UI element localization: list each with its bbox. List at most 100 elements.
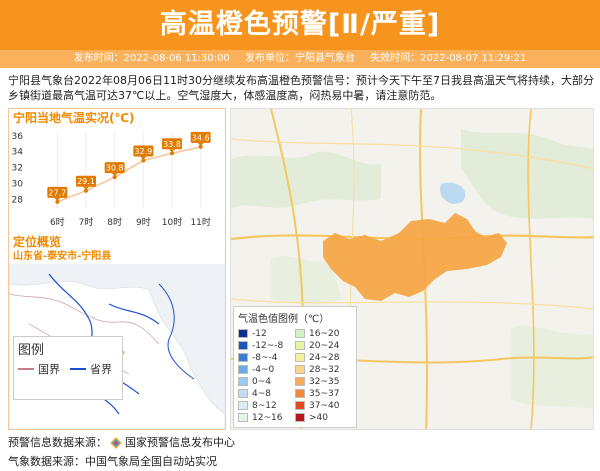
warning-source-label: 预警信息数据来源： (8, 436, 107, 449)
warning-source-row: 预警信息数据来源： 国家预警信息发布中心 (8, 433, 594, 452)
color-legend-item: 12~16 (238, 412, 295, 423)
y-tick-label: 34 (12, 148, 24, 158)
temperature-chart: 28 30 32 34 36 27.7 29.1 30.8 32.9 33.8 34.6 6时 7时 8时… (12, 131, 211, 228)
color-swatch (238, 365, 248, 374)
color-legend-item: 32~35 (295, 376, 352, 387)
temperature-value-label: 32.9 (134, 147, 152, 156)
temperature-label-pointer (169, 149, 175, 153)
temperature-color-legend: 气温色值图例（℃） -12 16~20 -12~-8 20~24 -8~-4 24~28-… (233, 306, 357, 428)
temperature-value-label: 29.1 (77, 177, 95, 186)
issuer: 发布单位：宁阳县气象台 (245, 53, 355, 64)
color-swatch (295, 401, 305, 410)
color-legend-item: 16~20 (295, 328, 352, 339)
warning-center-logo-icon (110, 436, 122, 449)
issue-time: 发布时间：2022-08-06 11:30:00 (73, 53, 230, 64)
color-legend-item: >40 (295, 412, 352, 423)
color-legend-item: -4~0 (238, 364, 295, 375)
color-legend-item: 28~32 (295, 364, 352, 375)
temperature-label-pointer (140, 156, 147, 160)
color-legend-label: 8~12 (252, 400, 277, 411)
x-tick-label: 9时 (136, 216, 151, 228)
warning-source-name: 国家预警信息发布中心 (125, 436, 235, 449)
color-legend-grid: -12 16~20 -12~-8 20~24 -8~-4 24~28 -4~0 28~32 0~… (238, 328, 352, 423)
color-swatch (295, 341, 305, 350)
color-swatch (295, 413, 305, 422)
color-legend-item: 20~24 (295, 340, 352, 351)
location-section-title: 定位概览 (13, 235, 62, 249)
overview-map-legend: 图例 国界 省界 (13, 336, 123, 400)
data-sources: 预警信息数据来源： 国家预警信息发布中心 气象数据来源：中国气象局全国自动站实况 (8, 433, 594, 471)
color-legend-label: 37~40 (309, 400, 340, 411)
y-tick-label: 32 (12, 164, 23, 174)
color-legend-item: 0~4 (238, 376, 295, 387)
color-legend-label: 24~28 (309, 352, 340, 363)
color-legend-label: -12~-8 (252, 340, 284, 351)
left-panel: 宁阳当地气温实况(℃) 28 30 32 34 36 27.7 29.1 30.8 32.9 33… (8, 108, 226, 430)
color-legend-label: -8~-4 (252, 352, 278, 363)
color-swatch (295, 377, 305, 386)
alert-description: 宁阳县气象台2022年08月06日11时30分继续发布高温橙色预警信号：预计今天… (8, 74, 594, 102)
temperature-label-pointer (197, 142, 204, 146)
color-legend-item: 37~40 (295, 400, 352, 411)
temperature-series-line (57, 146, 201, 203)
weather-source-row: 气象数据来源：中国气象局全国自动站实况 (8, 452, 594, 471)
y-tick-label: 28 (12, 195, 24, 205)
color-legend-label: 32~35 (309, 376, 340, 387)
color-swatch (295, 353, 305, 362)
color-legend-item: 24~28 (295, 352, 352, 363)
expire-time: 失效时间：2022-08-07 11:29:21 (370, 53, 527, 64)
color-swatch (238, 401, 248, 410)
x-tick-label: 7时 (79, 216, 94, 228)
national-border-label: 国界 (38, 362, 60, 376)
color-swatch (238, 341, 248, 350)
national-border-line-icon (18, 367, 34, 370)
svg-text:·: · (93, 315, 95, 322)
color-swatch (295, 365, 305, 374)
color-legend-item: -8~-4 (238, 352, 295, 363)
x-tick-label: 10时 (162, 216, 182, 228)
location-section: 定位概览 山东省-泰安市-宁阳县 (9, 234, 225, 266)
color-legend-label: 0~4 (252, 376, 271, 387)
color-legend-label: >40 (309, 412, 328, 423)
y-tick-label: 30 (12, 180, 24, 190)
overview-legend-title: 图例 (18, 343, 45, 358)
y-tick-label: 36 (12, 132, 24, 142)
weather-source: 气象数据来源：中国气象局全国自动站实况 (8, 455, 217, 468)
color-swatch (238, 389, 248, 398)
temperature-value-label: 27.7 (48, 188, 66, 197)
temperature-value-label: 34.6 (192, 133, 210, 142)
color-legend-label: 16~20 (309, 328, 340, 339)
color-swatch (295, 329, 305, 338)
x-tick-label: 11时 (190, 216, 210, 228)
color-legend-label: 4~8 (252, 388, 271, 399)
temperature-value-label: 30.8 (106, 164, 124, 173)
color-swatch (238, 353, 248, 362)
warning-area-map[interactable]: 气温色值图例（℃） -12 16~20 -12~-8 20~24 -8~-4 24~28-… (230, 108, 594, 430)
alert-title: 高温橙色预警[Ⅱ/严重] (159, 9, 441, 40)
temperature-value-label: 33.8 (163, 140, 181, 149)
provincial-border-label: 省界 (90, 362, 112, 376)
color-swatch (238, 413, 248, 422)
color-legend-item: 8~12 (238, 400, 295, 411)
color-legend-title: 气温色值图例（℃） (238, 314, 330, 325)
alert-meta-bar: 发布时间：2022-08-06 11:30:00 发布单位：宁阳县气象台 失效时… (0, 50, 600, 68)
color-legend-label: -4~0 (252, 364, 275, 375)
provincial-border-line-icon (70, 367, 86, 370)
color-legend-label: 28~32 (309, 364, 340, 375)
legend-national-border: 国界 省界 (18, 360, 118, 377)
x-tick-label: 8时 (107, 216, 122, 228)
color-legend-item: -12 (238, 328, 295, 339)
alert-header: 高温橙色预警[Ⅱ/严重] (0, 0, 600, 50)
color-legend-label: -12 (252, 328, 267, 339)
x-tick-label: 6时 (50, 216, 65, 228)
color-swatch (295, 389, 305, 398)
color-legend-item: -12~-8 (238, 340, 295, 351)
color-legend-label: 35~37 (309, 388, 340, 399)
color-legend-label: 20~24 (309, 340, 340, 351)
temperature-section-title: 宁阳当地气温实况(℃) (13, 111, 135, 125)
color-legend-label: 12~16 (252, 412, 283, 423)
color-swatch (238, 329, 248, 338)
color-swatch (238, 377, 248, 386)
color-legend-item: 4~8 (238, 388, 295, 399)
color-legend-item: 35~37 (295, 388, 352, 399)
